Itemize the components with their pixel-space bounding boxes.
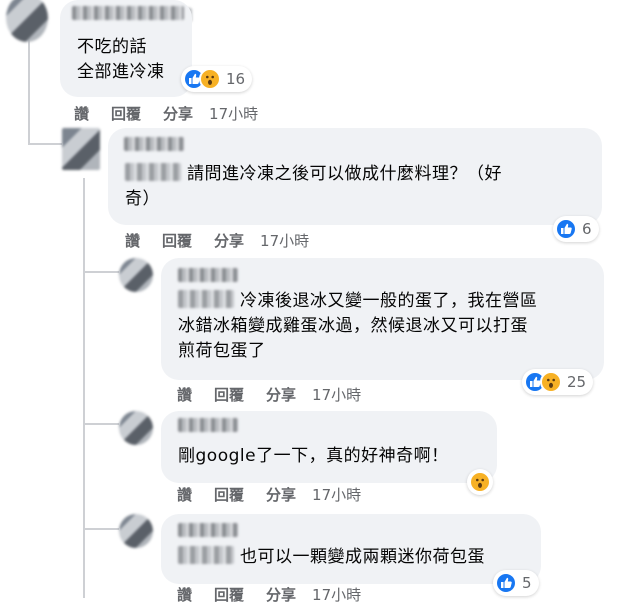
thread-line <box>83 423 119 425</box>
like-button[interactable]: 讚 <box>177 486 192 504</box>
wow-reaction-icon <box>540 371 562 393</box>
reaction-count: 5 <box>522 574 532 592</box>
wow-reaction-icon <box>199 68 221 90</box>
share-button[interactable]: 分享 <box>266 386 296 404</box>
like-reaction-icon <box>555 218 577 240</box>
avatar[interactable] <box>6 0 48 42</box>
comment-text: 剛google了一下，真的好神奇啊！ <box>178 446 449 466</box>
avatar[interactable] <box>62 128 100 170</box>
comment-actions: 讚 回覆 分享 17小時 <box>177 584 383 605</box>
author-name[interactable] <box>72 6 184 20</box>
comment-text: 冷凍後退冰又變一般的蛋了，我在營區 冰錯冰箱變成雞蛋冰過，然候退冰又可以打蛋 煎… <box>178 290 538 361</box>
reaction-summary[interactable]: 6 <box>553 216 599 242</box>
comment-text: 也可以一顆變成兩顆迷你荷包蛋 <box>178 545 485 570</box>
comment-actions: 讚 回覆 分享 17小時 <box>177 384 383 405</box>
reaction-summary[interactable]: 16 <box>181 66 253 92</box>
comment-actions: 讚 回覆 分享 17小時 <box>177 484 383 505</box>
reply-button[interactable]: 回覆 <box>214 386 244 404</box>
reaction-summary[interactable]: 5 <box>493 570 539 596</box>
comment-text: 不吃的話 全部進冷凍 <box>77 37 165 82</box>
timestamp[interactable]: 17小時 <box>312 486 361 504</box>
share-button[interactable]: 分享 <box>163 105 193 123</box>
reaction-summary[interactable]: 25 <box>522 369 594 395</box>
thread-line <box>83 178 85 598</box>
reaction-summary[interactable] <box>467 469 493 495</box>
like-button[interactable]: 讚 <box>125 232 140 250</box>
mention-tag[interactable] <box>125 163 181 181</box>
like-button[interactable]: 讚 <box>177 386 192 404</box>
author-name[interactable] <box>178 523 238 537</box>
reply-button[interactable]: 回覆 <box>214 486 244 504</box>
mention-tag[interactable] <box>178 290 234 308</box>
avatar[interactable] <box>119 411 153 445</box>
author-name[interactable] <box>178 418 238 432</box>
like-reaction-icon <box>495 572 517 594</box>
thread-line <box>83 271 119 273</box>
author-name[interactable] <box>124 137 184 151</box>
timestamp[interactable]: 17小時 <box>312 386 361 404</box>
comment-actions: 讚 回覆 分享 17小時 <box>74 103 280 124</box>
comment-text: 請問進冷凍之後可以做成什麼料理？（好 奇） <box>125 163 502 209</box>
comment-actions: 讚 回覆 分享 17小時 <box>125 230 331 251</box>
reaction-count: 25 <box>567 373 587 391</box>
reaction-count: 16 <box>226 70 246 88</box>
share-button[interactable]: 分享 <box>266 486 296 504</box>
timestamp[interactable]: 17小時 <box>209 105 258 123</box>
thread-line <box>28 40 30 145</box>
reply-button[interactable]: 回覆 <box>214 586 244 604</box>
share-button[interactable]: 分享 <box>266 586 296 604</box>
reply-button[interactable]: 回覆 <box>111 105 141 123</box>
reply-button[interactable]: 回覆 <box>162 232 192 250</box>
mention-tag[interactable] <box>178 546 234 564</box>
reaction-count: 6 <box>582 220 592 238</box>
wow-reaction-icon <box>469 471 491 493</box>
timestamp[interactable]: 17小時 <box>260 232 309 250</box>
like-button[interactable]: 讚 <box>177 586 192 604</box>
like-button[interactable]: 讚 <box>74 105 89 123</box>
author-name[interactable] <box>178 268 238 282</box>
thread-line <box>83 528 119 530</box>
avatar[interactable] <box>119 258 153 292</box>
share-button[interactable]: 分享 <box>214 232 244 250</box>
timestamp[interactable]: 17小時 <box>312 586 361 604</box>
avatar[interactable] <box>119 514 153 548</box>
thread-line <box>28 143 62 145</box>
